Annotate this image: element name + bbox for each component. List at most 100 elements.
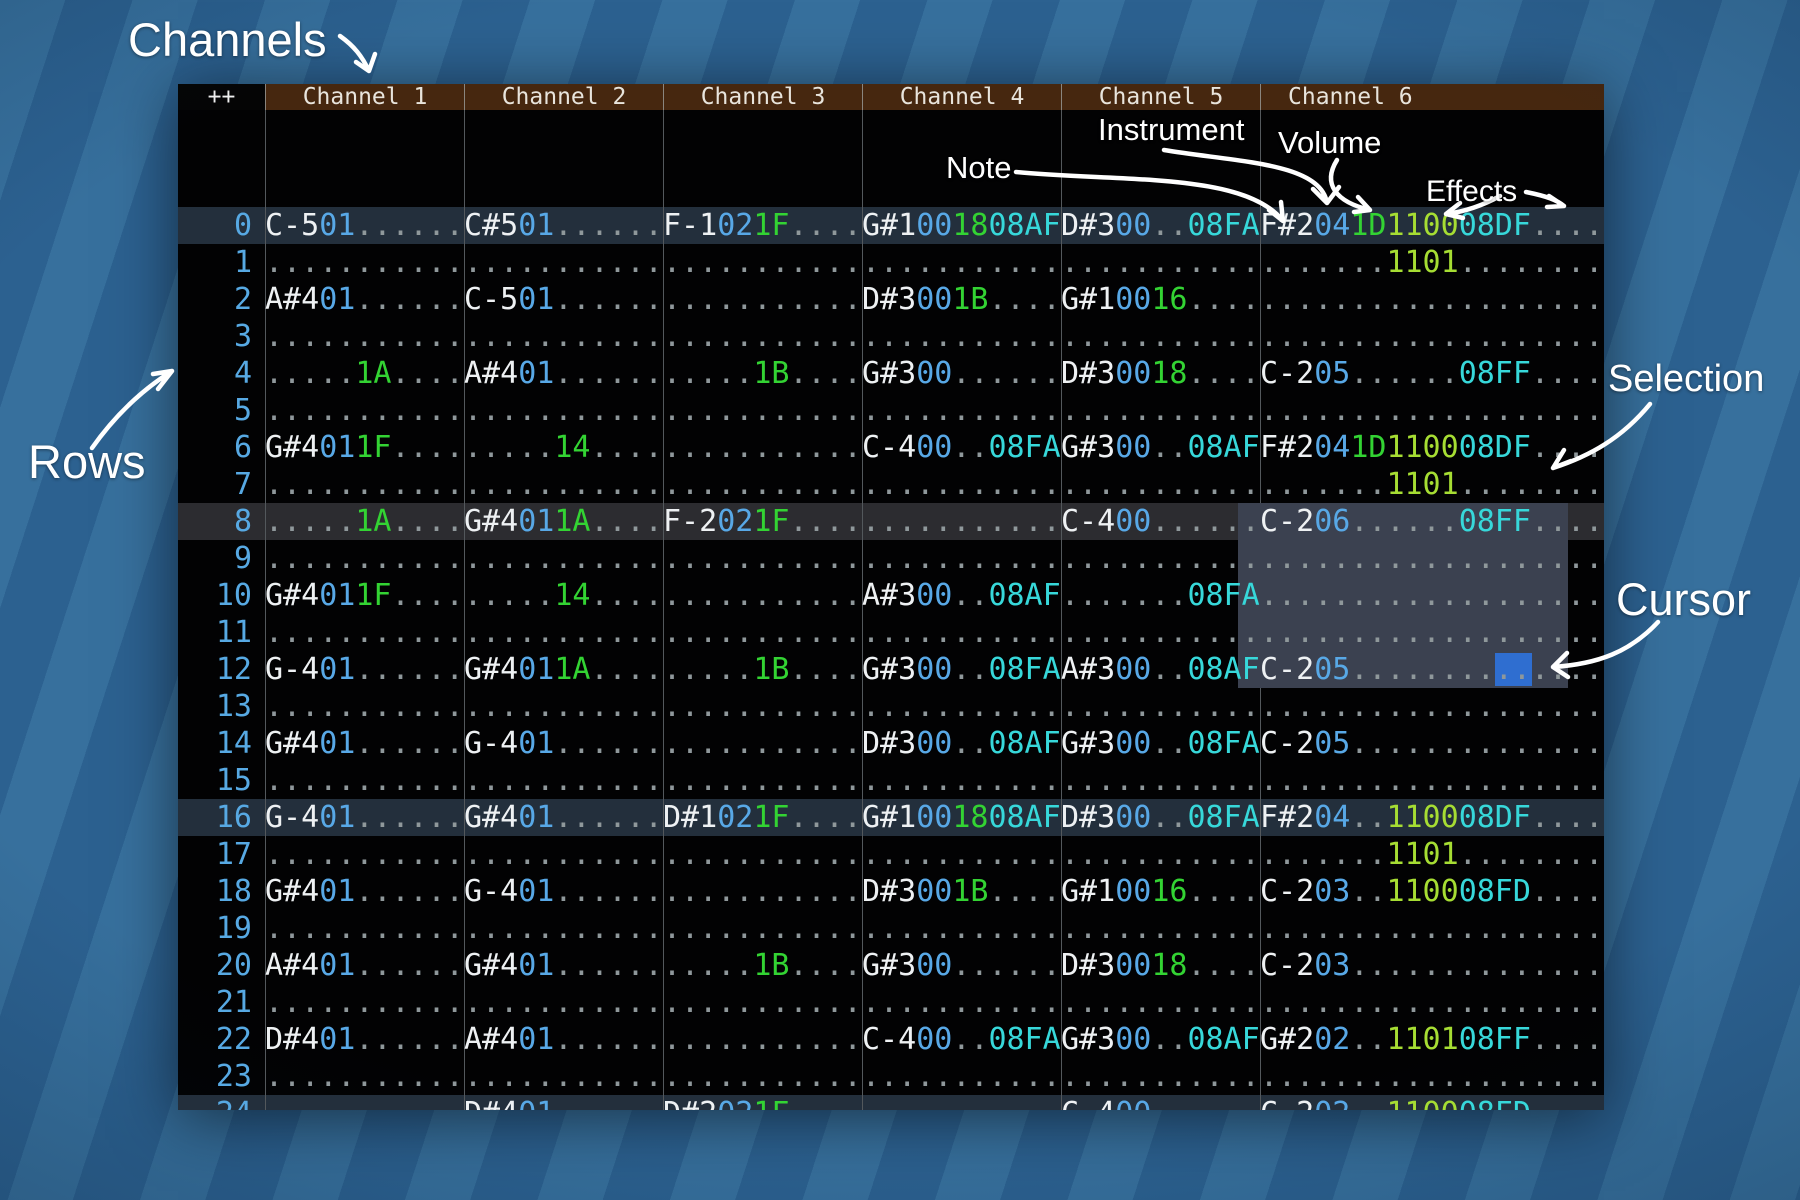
pattern-cell-ch3[interactable]: ........... [663, 984, 862, 1021]
pattern-cell-ch2[interactable]: ........... [464, 318, 663, 355]
pattern-cell-ch4[interactable]: A#300..08AF [862, 577, 1061, 614]
pattern-cell-ch4[interactable]: ........... [862, 762, 1061, 799]
pattern-cell-ch3[interactable]: F-2021F.... [663, 503, 862, 540]
pattern-cell-ch2[interactable]: ........... [464, 614, 663, 651]
pattern-cell-ch6[interactable]: F#2041D110008DF.... [1260, 207, 1604, 244]
pattern-cell-ch3[interactable]: ........... [663, 1058, 862, 1095]
pattern-cell-ch6[interactable]: ................... [1260, 1058, 1604, 1095]
pattern-cell-ch1[interactable]: ........... [265, 1095, 464, 1110]
pattern-cell-ch5[interactable]: ........... [1061, 540, 1260, 577]
pattern-cell-ch1[interactable]: ........... [265, 614, 464, 651]
pattern-cell-ch3[interactable]: ........... [663, 392, 862, 429]
pattern-cell-ch2[interactable]: G#401...... [464, 947, 663, 984]
pattern-cell-ch1[interactable]: ........... [265, 392, 464, 429]
pattern-cell-ch4[interactable]: ........... [862, 1058, 1061, 1095]
pattern-cell-ch3[interactable]: F-1021F.... [663, 207, 862, 244]
pattern-cell-ch5[interactable]: D#30018.... [1061, 947, 1260, 984]
pattern-cell-ch4[interactable]: ........... [862, 1095, 1061, 1110]
pattern-cell-ch6[interactable]: .......1101........ [1260, 244, 1604, 281]
pattern-cell-ch3[interactable]: ........... [663, 540, 862, 577]
pattern-cell-ch5[interactable]: ........... [1061, 392, 1260, 429]
pattern-cell-ch1[interactable]: ........... [265, 984, 464, 1021]
pattern-cell-ch1[interactable]: .....1A.... [265, 503, 464, 540]
pattern-cell-ch1[interactable]: C-501...... [265, 207, 464, 244]
pattern-cell-ch6[interactable]: C-206......08FF.... [1260, 503, 1604, 540]
pattern-cell-ch6[interactable]: ................... [1260, 318, 1604, 355]
pattern-cell-ch3[interactable]: ........... [663, 281, 862, 318]
pattern-cell-ch5[interactable]: ........... [1061, 466, 1260, 503]
pattern-cell-ch5[interactable]: D#30018.... [1061, 355, 1260, 392]
pattern-cell-ch3[interactable]: ........... [663, 244, 862, 281]
pattern-cell-ch6[interactable]: F#204..110008DF.... [1260, 799, 1604, 836]
pattern-cell-ch6[interactable]: ................... [1260, 281, 1604, 318]
pattern-cell-ch3[interactable]: .....1B.... [663, 947, 862, 984]
pattern-cell-ch4[interactable]: C-400..08FA [862, 1021, 1061, 1058]
pattern-cell-ch2[interactable]: ........... [464, 392, 663, 429]
pattern-cell-ch5[interactable]: ........... [1061, 318, 1260, 355]
pattern-editor[interactable]: ++ Channel 1Channel 2Channel 3Channel 4C… [178, 84, 1604, 1110]
pattern-cell-ch2[interactable]: ........... [464, 836, 663, 873]
pattern-cell-ch5[interactable]: ........... [1061, 614, 1260, 651]
pattern-cell-ch4[interactable]: ........... [862, 910, 1061, 947]
pattern-cell-ch2[interactable]: A#401...... [464, 355, 663, 392]
pattern-cell-ch6[interactable]: C-205......08FF.... [1260, 355, 1604, 392]
channel-add-button[interactable]: ++ [178, 84, 265, 110]
pattern-cell-ch6[interactable]: C-203.............. [1260, 947, 1604, 984]
pattern-cell-ch6[interactable]: ................... [1260, 762, 1604, 799]
pattern-cell-ch2[interactable]: ........... [464, 244, 663, 281]
pattern-cell-ch5[interactable]: G#10016.... [1061, 281, 1260, 318]
pattern-cell-ch3[interactable]: ........... [663, 466, 862, 503]
pattern-cell-ch3[interactable]: .....1B.... [663, 355, 862, 392]
pattern-cell-ch2[interactable]: G#401...... [464, 799, 663, 836]
pattern-cell-ch5[interactable]: C-400...... [1061, 1095, 1260, 1110]
pattern-cell-ch3[interactable]: D#2021F.... [663, 1095, 862, 1110]
pattern-cell-ch5[interactable]: G#300..08AF [1061, 1021, 1260, 1058]
pattern-cell-ch2[interactable]: ........... [464, 984, 663, 1021]
channel-header-6[interactable]: Channel 6 [1260, 84, 1604, 110]
pattern-cell-ch1[interactable]: A#401...... [265, 947, 464, 984]
pattern-cell-ch1[interactable]: ........... [265, 910, 464, 947]
pattern-cell-ch4[interactable]: ........... [862, 318, 1061, 355]
channel-header-2[interactable]: Channel 2 [464, 84, 663, 110]
channel-header-1[interactable]: Channel 1 [265, 84, 464, 110]
pattern-cell-ch1[interactable]: .....1A.... [265, 355, 464, 392]
pattern-cell-ch1[interactable]: ........... [265, 762, 464, 799]
pattern-cell-ch5[interactable]: ........... [1061, 984, 1260, 1021]
pattern-cell-ch5[interactable]: ........... [1061, 762, 1260, 799]
pattern-cell-ch6[interactable]: .......1101........ [1260, 836, 1604, 873]
pattern-cell-ch1[interactable]: G-401...... [265, 799, 464, 836]
pattern-cell-ch4[interactable]: G#300...... [862, 947, 1061, 984]
pattern-cell-ch6[interactable]: ................... [1260, 688, 1604, 725]
channel-header-5[interactable]: Channel 5 [1061, 84, 1260, 110]
pattern-cell-ch2[interactable]: ........... [464, 762, 663, 799]
pattern-cell-ch4[interactable]: ........... [862, 466, 1061, 503]
pattern-cell-ch6[interactable]: .......1101........ [1260, 466, 1604, 503]
pattern-cell-ch6[interactable]: F#2041D110008DF.... [1260, 429, 1604, 466]
pattern-cell-ch4[interactable]: ........... [862, 984, 1061, 1021]
pattern-cell-ch2[interactable]: C#501...... [464, 207, 663, 244]
pattern-cell-ch3[interactable]: ........... [663, 318, 862, 355]
pattern-cell-ch6[interactable]: ................... [1260, 984, 1604, 1021]
channel-header-4[interactable]: Channel 4 [862, 84, 1061, 110]
pattern-cell-ch2[interactable]: ........... [464, 1058, 663, 1095]
pattern-cell-ch5[interactable]: D#300..08FA [1061, 207, 1260, 244]
pattern-cell-ch5[interactable]: ........... [1061, 1058, 1260, 1095]
pattern-cell-ch4[interactable]: G#1001808AF [862, 799, 1061, 836]
pattern-cell-ch1[interactable]: G#401...... [265, 873, 464, 910]
pattern-cell-ch5[interactable]: ........... [1061, 910, 1260, 947]
pattern-cell-ch6[interactable]: ................... [1260, 577, 1604, 614]
pattern-cell-ch4[interactable]: ........... [862, 540, 1061, 577]
pattern-cell-ch5[interactable]: C-400...... [1061, 503, 1260, 540]
pattern-cell-ch1[interactable]: A#401...... [265, 281, 464, 318]
pattern-cell-ch2[interactable]: G-401...... [464, 873, 663, 910]
channel-header-3[interactable]: Channel 3 [663, 84, 862, 110]
pattern-cell-ch6[interactable]: C-205.............. [1260, 725, 1604, 762]
pattern-cell-ch2[interactable]: ........... [464, 540, 663, 577]
pattern-cell-ch4[interactable]: G#1001808AF [862, 207, 1061, 244]
pattern-cell-ch3[interactable]: ........... [663, 614, 862, 651]
pattern-cell-ch2[interactable]: G#4011A.... [464, 651, 663, 688]
pattern-cell-ch2[interactable]: ........... [464, 910, 663, 947]
pattern-cell-ch1[interactable]: ........... [265, 244, 464, 281]
pattern-cell-ch1[interactable]: D#401...... [265, 1021, 464, 1058]
pattern-cell-ch3[interactable]: ........... [663, 873, 862, 910]
